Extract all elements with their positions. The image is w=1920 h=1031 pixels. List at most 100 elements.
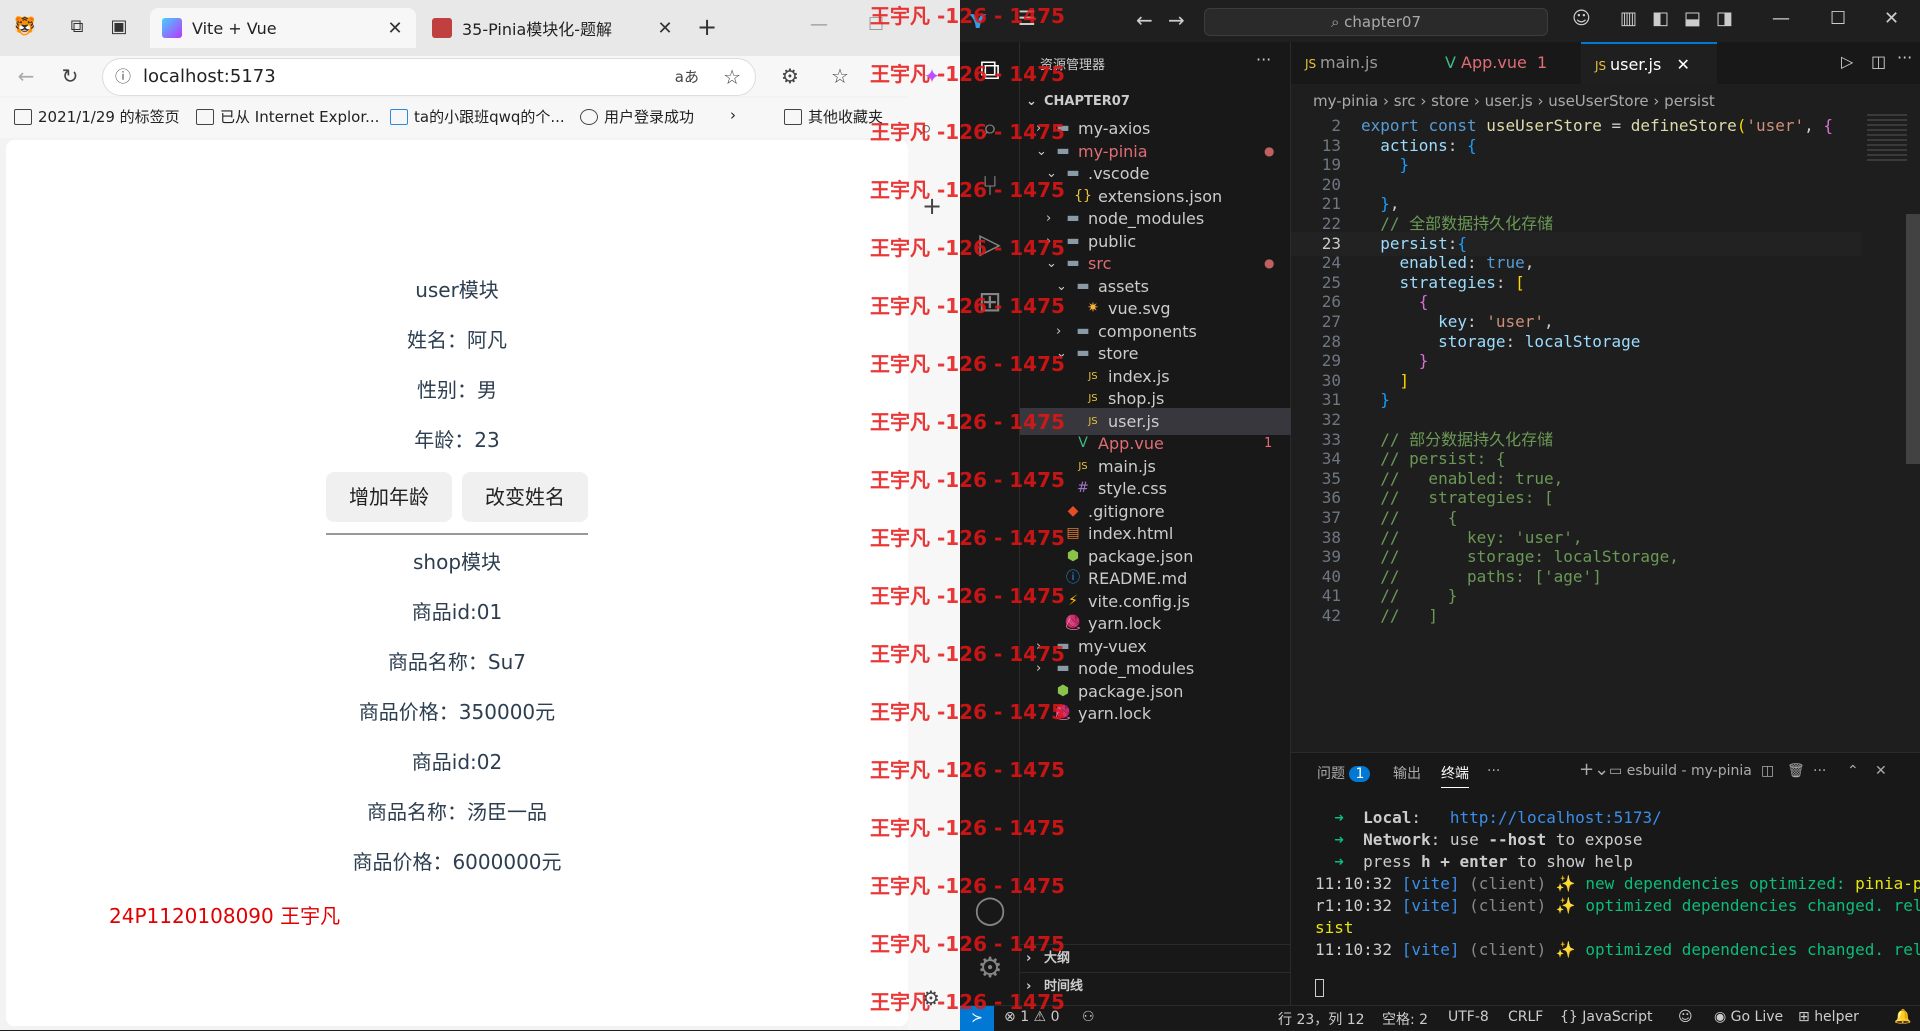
helper-status[interactable]: ⊞ helper	[1798, 1009, 1859, 1025]
terminal-line: 11:10:32 [vite] (client) ✨ new dependenc…	[1315, 874, 1920, 893]
layout-icon[interactable]: ▥	[1620, 8, 1637, 29]
minimize-icon[interactable]: —	[810, 14, 828, 35]
watermark-text: 王宇凡 -126 - 1475	[870, 874, 1065, 898]
workspace-root[interactable]: ⌄ CHAPTER07	[1020, 88, 1291, 115]
bookmark-other[interactable]: 其他收藏夹	[784, 106, 883, 127]
run-icon[interactable]: ▷	[1841, 52, 1853, 71]
folder-icon	[14, 108, 32, 125]
editor-tab-main-js[interactable]: JS main.js	[1291, 42, 1431, 84]
maximize-icon[interactable]: ☐	[1830, 8, 1846, 29]
code-text: actions: {	[1380, 135, 1477, 155]
copilot-status-icon[interactable]: ☺	[1678, 1009, 1693, 1025]
favorites-icon[interactable]: ☆	[826, 62, 854, 90]
tab-vite-vue[interactable]: Vite + Vue ✕	[150, 8, 416, 48]
language-mode[interactable]: {} JavaScript	[1560, 1009, 1652, 1025]
code-editor[interactable]: 2 export const useUserStore = defineStore…	[1291, 114, 1861, 748]
tab-problems[interactable]: 问题 1	[1317, 763, 1371, 783]
tab-title: Vite + Vue	[192, 18, 277, 38]
command-center-search[interactable]: ⌕ chapter07	[1204, 8, 1548, 36]
code-text: persist:{	[1380, 233, 1467, 253]
bookmark-item[interactable]: 已从 Internet Explor...	[196, 106, 379, 127]
scrollbar[interactable]	[1906, 214, 1920, 464]
screen: 🐯 ⧉ ▣ Vite + Vue ✕ 35-Pinia模块化-题解 ✕ + — …	[0, 0, 1920, 1031]
bottom-panel: 问题 1 输出 终端 ··· +⌄ ▭ esbuild - my-pinia ◫…	[1291, 752, 1920, 1005]
watermark-text: 王宇凡 -126 - 1475	[870, 468, 1065, 492]
profile-icon[interactable]: 🐯	[10, 12, 40, 42]
maximize-panel-icon[interactable]: ⌃	[1847, 763, 1859, 779]
code-text: // paths: ['age']	[1380, 566, 1602, 586]
refresh-icon[interactable]: ↻	[56, 62, 84, 90]
split-editor-icon[interactable]: ◫	[1871, 52, 1886, 71]
editor-tab-app-vue[interactable]: V App.vue 1	[1431, 42, 1581, 84]
info-icon[interactable]: ⓘ	[115, 59, 131, 95]
close-icon[interactable]: ✕	[1884, 8, 1899, 29]
bookmark-item[interactable]: ta的小跟班qwq的个...	[390, 106, 565, 127]
notifications-icon[interactable]: 🔔	[1894, 1009, 1911, 1025]
toggle-sidebar-icon[interactable]: ◧	[1652, 8, 1669, 29]
watermark-text: 王宇凡 -126 - 1475	[870, 120, 1065, 144]
vite-icon	[162, 18, 182, 38]
code-text: // key: 'user',	[1380, 527, 1583, 547]
folder-icon	[196, 108, 214, 125]
more-actions-icon[interactable]: ···	[1813, 763, 1826, 779]
address-bar[interactable]: ⓘ localhost:5173 aあ ☆	[102, 58, 756, 96]
code-text: }	[1418, 351, 1429, 371]
tree-item-label: yarn.lock	[1078, 704, 1152, 723]
extensions-icon[interactable]: ⚙	[776, 62, 804, 90]
editor-tab-user-js[interactable]: JS user.js ✕	[1581, 42, 1717, 84]
more-actions-icon[interactable]: ···	[1897, 48, 1912, 67]
close-panel-icon[interactable]: ✕	[1875, 763, 1887, 779]
terminal-line: ➜ Network: use --host to expose	[1315, 830, 1643, 849]
more-actions-icon[interactable]: ···	[1487, 763, 1500, 779]
watermark-text: 王宇凡 -126 - 1475	[870, 816, 1065, 840]
trash-icon[interactable]: 🗑	[1787, 763, 1805, 779]
close-tab-icon[interactable]: ✕	[656, 18, 674, 39]
add-age-button[interactable]: 增加年龄	[326, 472, 452, 522]
product-id: 商品id:01	[411, 600, 503, 624]
nav-back-icon[interactable]: ←	[1136, 8, 1153, 32]
vscode-titlebar: ⋎ ☰ ← → ⌕ chapter07 ☺ ▥ ◧ ⬓ ◨ — ☐ ✕	[960, 0, 1920, 42]
cursor-position[interactable]: 行 23，列 12	[1278, 1009, 1365, 1029]
encoding[interactable]: UTF-8	[1448, 1009, 1489, 1025]
read-aloud-icon[interactable]: aあ	[675, 59, 699, 95]
terminal-name[interactable]: ▭ esbuild - my-pinia	[1609, 763, 1752, 779]
more-actions-icon[interactable]: ···	[1256, 50, 1271, 69]
tab-terminal[interactable]: 终端	[1441, 763, 1469, 788]
go-live[interactable]: ◉ Go Live	[1714, 1009, 1783, 1025]
collections-icon[interactable]: ⧉	[62, 12, 92, 42]
close-tab-icon[interactable]: ✕	[1677, 55, 1690, 74]
toggle-secondary-icon[interactable]: ◨	[1716, 8, 1733, 29]
code-text: key: 'user',	[1438, 312, 1554, 331]
debug-icon[interactable]: ⚇	[1082, 1009, 1095, 1025]
code-text: // ]	[1380, 606, 1439, 625]
tab-output[interactable]: 输出	[1393, 763, 1421, 783]
code-text: }	[1380, 390, 1390, 410]
favorite-star-icon[interactable]: ☆	[723, 59, 741, 95]
js-icon: JS	[1305, 57, 1320, 71]
indentation[interactable]: 空格: 2	[1382, 1009, 1428, 1029]
new-tab-icon[interactable]: +	[692, 12, 722, 42]
nav-forward-icon[interactable]: →	[1168, 8, 1185, 32]
terminal-line: r1:10:32 [vite] (client) ✨ optimized dep…	[1315, 896, 1920, 915]
bookmark-item[interactable]: 用户登录成功	[580, 106, 694, 127]
product-price: 商品价格：350000元	[358, 700, 556, 724]
watermark-text: 王宇凡 -126 - 1475	[870, 294, 1065, 318]
toggle-panel-icon[interactable]: ⬓	[1684, 8, 1701, 29]
minimize-icon[interactable]: —	[1772, 8, 1790, 29]
close-tab-icon[interactable]: ✕	[386, 18, 404, 39]
copilot-icon[interactable]: ☺	[1572, 8, 1591, 29]
code-text: ]	[1399, 370, 1410, 390]
bookmarks-overflow-icon[interactable]: ›	[730, 106, 736, 124]
code-text: // }	[1380, 586, 1458, 606]
tab-actions-icon[interactable]: ▣	[104, 12, 134, 42]
change-name-button[interactable]: 改变姓名	[462, 472, 588, 522]
back-icon[interactable]: ←	[12, 62, 40, 90]
split-terminal-icon[interactable]: ◫	[1761, 763, 1774, 779]
line-ending[interactable]: CRLF	[1508, 1009, 1543, 1025]
new-terminal-icon[interactable]: +⌄	[1579, 759, 1609, 780]
tab-pinia[interactable]: 35-Pinia模块化-题解 ✕	[420, 8, 686, 48]
bookmark-item[interactable]: 2021/1/29 的标签页	[14, 106, 180, 127]
breadcrumb[interactable]: my-pinia › src › store › user.js › useUs…	[1291, 88, 1920, 114]
user-age: 年龄：23	[414, 428, 500, 452]
minimap[interactable]	[1861, 114, 1920, 748]
